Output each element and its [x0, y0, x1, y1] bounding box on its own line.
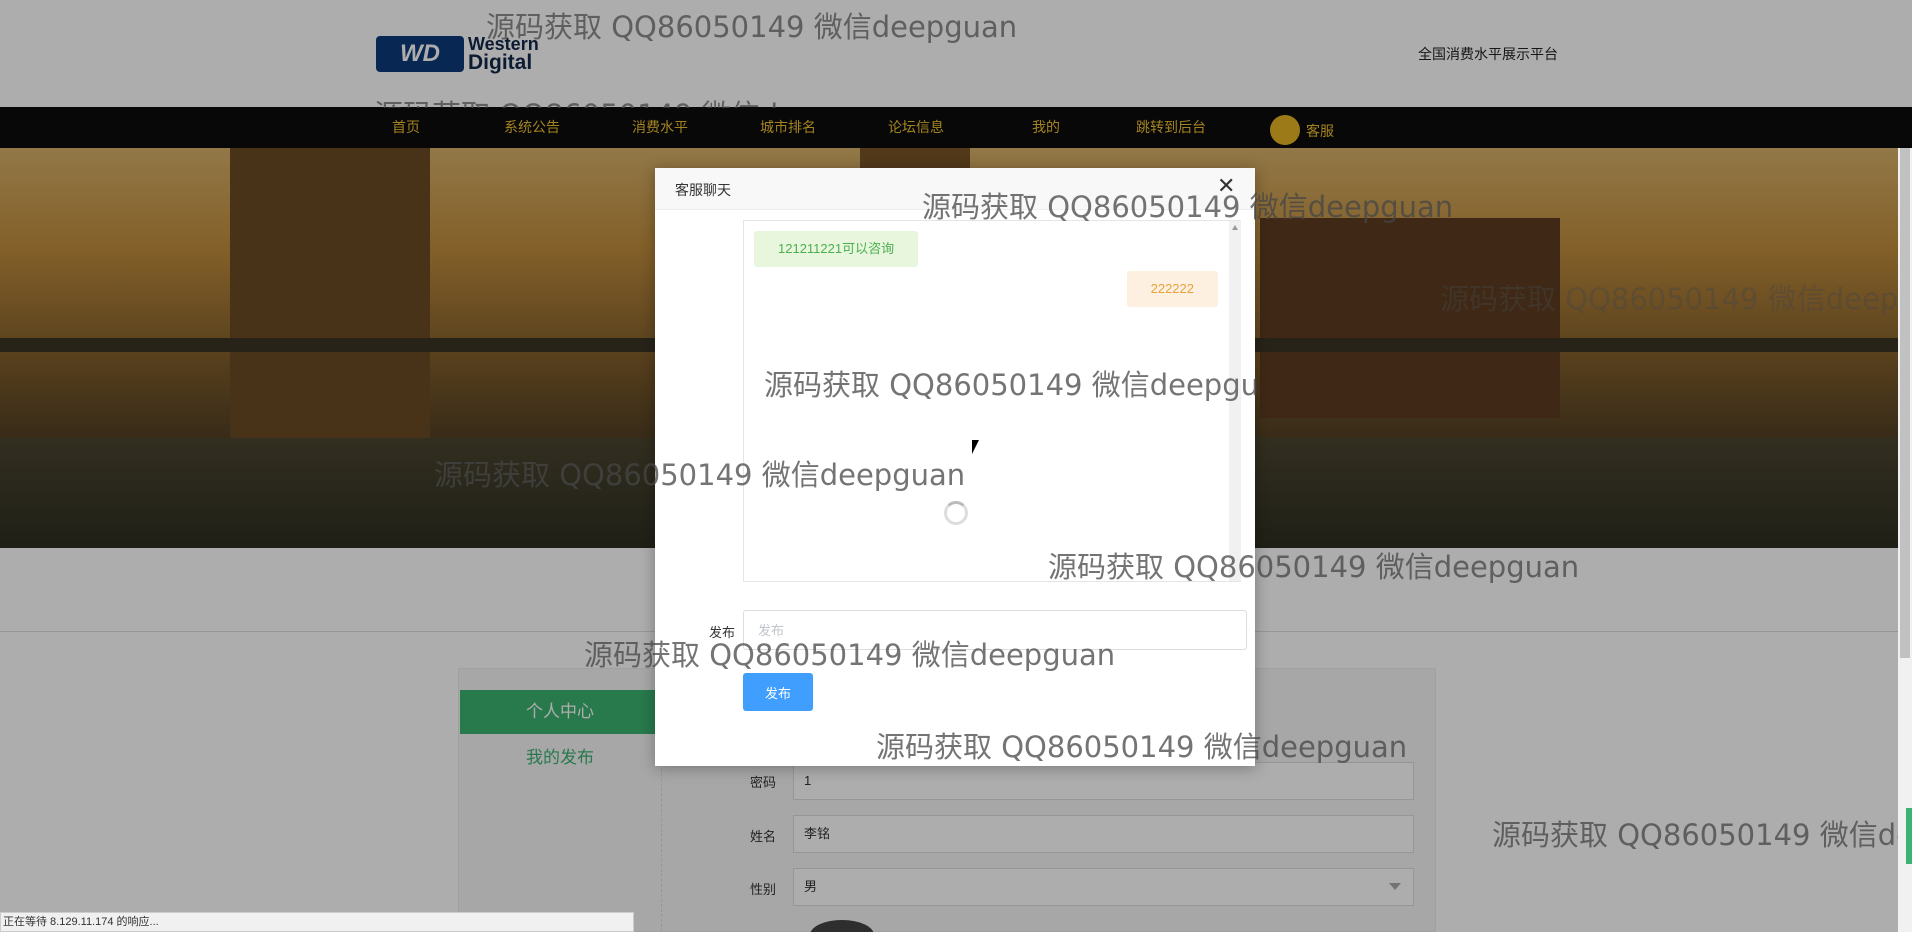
- watermark: 源码获取 QQ86050149 微信deepguan: [486, 10, 1018, 44]
- post-button[interactable]: 发布: [743, 673, 813, 711]
- incoming-message: 121211221可以咨询: [754, 231, 919, 267]
- watermark: 源码获取 QQ86050149 微信deepguan: [764, 368, 1258, 402]
- watermark: 源码获取 QQ86050149 微信deepguan: [584, 638, 1116, 672]
- watermark: 源码获取 QQ86050149 微信deepguan: [434, 458, 966, 492]
- watermark: 源码获取 QQ86050149 微信deepguan: [374, 92, 905, 108]
- modal-title: 客服聊天: [675, 182, 731, 198]
- watermark: 源码获取 QQ86050149 微信deepguan: [876, 730, 1408, 764]
- side-float-tab[interactable]: [1906, 808, 1912, 864]
- loading-spinner-icon: [944, 501, 968, 525]
- mouse-cursor-icon: [972, 440, 979, 454]
- watermark: 源码获取 QQ86050149 微信deepguan: [1492, 818, 1912, 852]
- scrollbar-thumb[interactable]: [1900, 148, 1910, 658]
- watermark: 源码获取 QQ86050149 微信deepguan: [922, 190, 1454, 224]
- outgoing-message: 222222: [1126, 271, 1218, 307]
- watermark: 源码获取 QQ86050149 微信deepguan: [1048, 550, 1580, 584]
- watermark: 源码获取 QQ86050149 微信deepguan: [1440, 282, 1912, 316]
- browser-status-bar: 正在等待 8.129.11.174 的响应...: [0, 912, 634, 932]
